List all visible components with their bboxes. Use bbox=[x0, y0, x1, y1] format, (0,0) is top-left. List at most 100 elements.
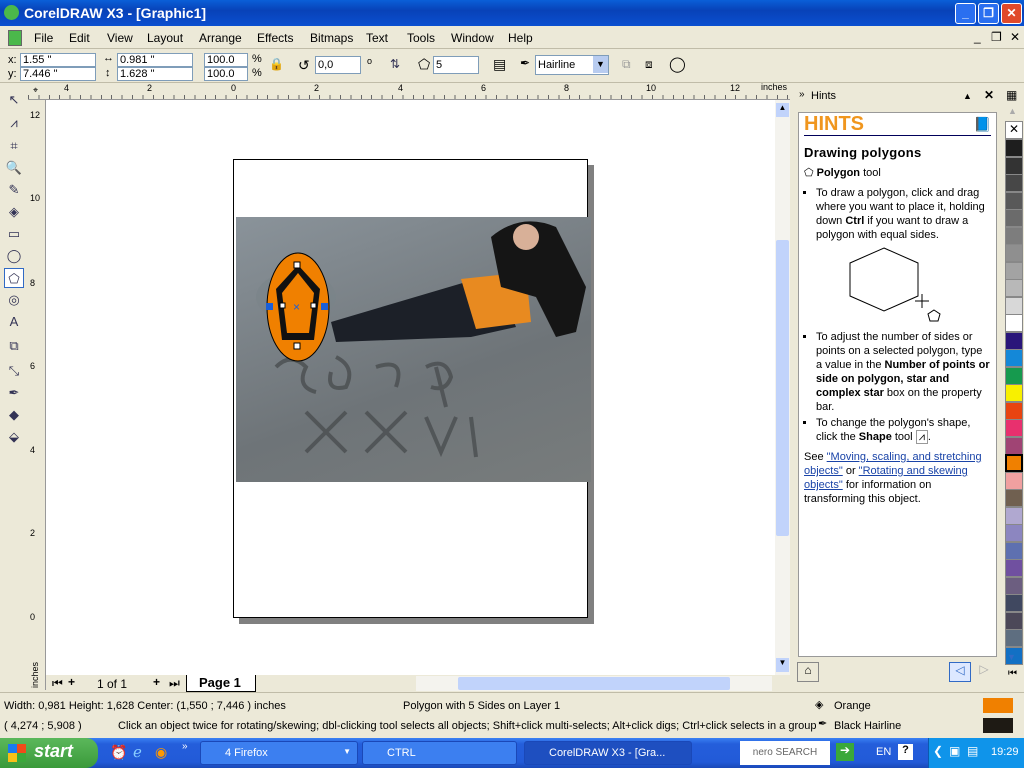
menu-file[interactable]: File bbox=[34, 31, 53, 45]
polygon-tool-icon[interactable]: ⬠ bbox=[4, 268, 24, 288]
lock-ratio-icon[interactable]: 🔒 bbox=[269, 57, 284, 71]
add-page-after-icon[interactable]: + bbox=[153, 675, 160, 689]
quicklaunch-icon[interactable]: ⏰ bbox=[110, 744, 127, 761]
horizontal-ruler[interactable]: ⌖ 4 2 0 2 4 6 8 10 12 inches bbox=[28, 82, 790, 100]
color-swatch[interactable] bbox=[1005, 191, 1023, 210]
minimize-button[interactable]: _ bbox=[955, 3, 976, 24]
x-position-field[interactable]: 1.55 " bbox=[20, 53, 96, 67]
color-swatch[interactable] bbox=[1005, 349, 1023, 367]
docker-expand-icon[interactable]: » bbox=[799, 89, 805, 100]
doc-close-button[interactable]: ✕ bbox=[1010, 30, 1020, 44]
horizontal-scrollbar[interactable] bbox=[416, 676, 772, 691]
rotation-field[interactable]: 0,0 bbox=[315, 56, 361, 74]
scroll-thumb[interactable] bbox=[458, 677, 730, 690]
smart-fill-icon[interactable]: ◈ bbox=[4, 202, 24, 222]
taskbar-item-ctrl[interactable]: CTRL bbox=[362, 741, 517, 765]
color-swatch[interactable] bbox=[1005, 384, 1023, 402]
tray-expand-icon[interactable]: ❮ bbox=[933, 744, 943, 758]
menu-view[interactable]: View bbox=[107, 31, 133, 45]
network-icon[interactable]: ▣ bbox=[949, 744, 960, 758]
eyedropper-icon[interactable]: ⤡ bbox=[4, 361, 24, 381]
color-swatch[interactable] bbox=[1005, 296, 1023, 315]
scale-y-field[interactable]: 100.0 bbox=[204, 67, 248, 81]
help-icon[interactable]: ? bbox=[898, 744, 913, 760]
forward-arrow-icon[interactable]: ▷ bbox=[973, 662, 995, 682]
fill-color-swatch[interactable] bbox=[983, 698, 1013, 713]
shape-tool-icon[interactable]: ⩘ bbox=[4, 113, 24, 133]
color-swatch[interactable] bbox=[1005, 174, 1023, 192]
menu-arrange[interactable]: Arrange bbox=[199, 31, 242, 45]
color-swatch[interactable] bbox=[1005, 489, 1023, 507]
tray-app-icon[interactable]: ▤ bbox=[967, 744, 978, 758]
text-tool-icon[interactable]: A bbox=[4, 312, 24, 332]
color-swatch[interactable] bbox=[1005, 559, 1023, 577]
menu-help[interactable]: Help bbox=[508, 31, 533, 45]
fill-tool-icon[interactable]: ◆ bbox=[4, 405, 24, 425]
palette-scroll-down-icon[interactable]: ▼ bbox=[1007, 652, 1016, 662]
vertical-ruler[interactable]: 12 10 8 6 4 2 0 inches bbox=[28, 100, 46, 690]
start-button[interactable]: start bbox=[0, 738, 98, 768]
palette-scroll-up-icon[interactable]: ▲ bbox=[1008, 106, 1017, 116]
maximize-button[interactable]: ❐ bbox=[978, 3, 999, 24]
scroll-up-icon[interactable]: ▲ bbox=[776, 103, 789, 117]
height-field[interactable]: 1.628 " bbox=[117, 67, 193, 81]
ie-icon[interactable]: ℯ bbox=[133, 743, 142, 761]
pick-tool-icon[interactable]: ↖ bbox=[4, 90, 24, 110]
menu-tools[interactable]: Tools bbox=[407, 31, 435, 45]
taskbar-item-coreldraw[interactable]: CorelDRAW X3 - [Gra... bbox=[524, 741, 692, 765]
interactive-blend-icon[interactable]: ⧉ bbox=[4, 336, 24, 356]
color-swatch[interactable] bbox=[1005, 209, 1023, 227]
chevron-down-icon[interactable]: ▼ bbox=[593, 56, 608, 73]
color-swatch[interactable] bbox=[1005, 314, 1023, 332]
color-swatch[interactable] bbox=[1005, 139, 1023, 157]
color-swatch[interactable] bbox=[1005, 576, 1023, 595]
firefox-icon[interactable]: ◉ bbox=[155, 744, 167, 761]
color-swatch[interactable] bbox=[1005, 331, 1023, 350]
docker-home-icon[interactable]: ⌂ bbox=[797, 662, 819, 682]
to-back-icon[interactable]: ⧈ bbox=[645, 57, 653, 72]
color-swatch[interactable] bbox=[1005, 594, 1023, 612]
basic-shapes-icon[interactable]: ◎ bbox=[4, 290, 24, 310]
color-swatch[interactable] bbox=[1005, 419, 1023, 437]
palette-end-icon[interactable]: ⏮ bbox=[1008, 668, 1017, 679]
color-swatch[interactable] bbox=[1005, 279, 1023, 297]
outline-color-swatch[interactable] bbox=[983, 718, 1013, 733]
docker-close-icon[interactable]: ✕ bbox=[984, 88, 994, 102]
add-page-icon[interactable]: + bbox=[68, 675, 75, 689]
palette-menu-icon[interactable]: ▦ bbox=[1006, 88, 1017, 102]
selected-polygon[interactable]: × bbox=[262, 245, 336, 375]
convert-icon[interactable]: ⧉ bbox=[622, 57, 631, 72]
docker-menu-icon[interactable]: ▲ bbox=[963, 91, 972, 101]
sides-stepper[interactable]: 5 bbox=[433, 56, 479, 74]
menu-edit[interactable]: Edit bbox=[69, 31, 90, 45]
mirror-icon[interactable]: ⇅ bbox=[390, 57, 400, 71]
color-swatch[interactable] bbox=[1005, 436, 1023, 455]
doc-restore-button[interactable]: ❐ bbox=[991, 30, 1002, 44]
scale-x-field[interactable]: 100.0 bbox=[204, 53, 248, 67]
ellipse-tool-icon[interactable]: ◯ bbox=[4, 246, 24, 266]
zoom-tool-icon[interactable]: 🔍 bbox=[4, 158, 24, 178]
menu-window[interactable]: Window bbox=[451, 31, 494, 45]
color-swatch[interactable] bbox=[1005, 541, 1023, 560]
color-swatch[interactable] bbox=[1005, 226, 1023, 245]
interactive-fill-icon[interactable]: ⬙ bbox=[4, 427, 24, 447]
no-fill-swatch[interactable]: ✕ bbox=[1005, 121, 1023, 139]
doc-minimize-button[interactable]: _ bbox=[974, 30, 981, 44]
scroll-down-icon[interactable]: ▼ bbox=[776, 658, 789, 672]
last-page-icon[interactable]: ⏭ bbox=[169, 676, 180, 691]
color-swatch[interactable] bbox=[1005, 454, 1023, 472]
wrap-text-icon[interactable]: ▤ bbox=[493, 56, 506, 73]
vertical-scrollbar[interactable]: ▲ ▼ bbox=[775, 100, 790, 675]
color-swatch[interactable] bbox=[1005, 401, 1023, 420]
go-arrow-icon[interactable]: ➔ bbox=[836, 743, 854, 761]
tab-page-1[interactable]: Page 1 bbox=[186, 675, 256, 692]
color-swatch[interactable] bbox=[1005, 611, 1023, 630]
y-position-field[interactable]: 7.446 " bbox=[20, 67, 96, 81]
crop-tool-icon[interactable]: ⌗ bbox=[4, 136, 24, 156]
first-page-icon[interactable]: ⏮ bbox=[52, 676, 63, 691]
width-field[interactable]: 0.981 " bbox=[117, 53, 193, 67]
color-swatch[interactable] bbox=[1005, 244, 1023, 262]
color-swatch[interactable] bbox=[1005, 629, 1023, 647]
menu-text[interactable]: Text bbox=[366, 31, 388, 45]
menu-bitmaps[interactable]: Bitmaps bbox=[310, 31, 353, 45]
